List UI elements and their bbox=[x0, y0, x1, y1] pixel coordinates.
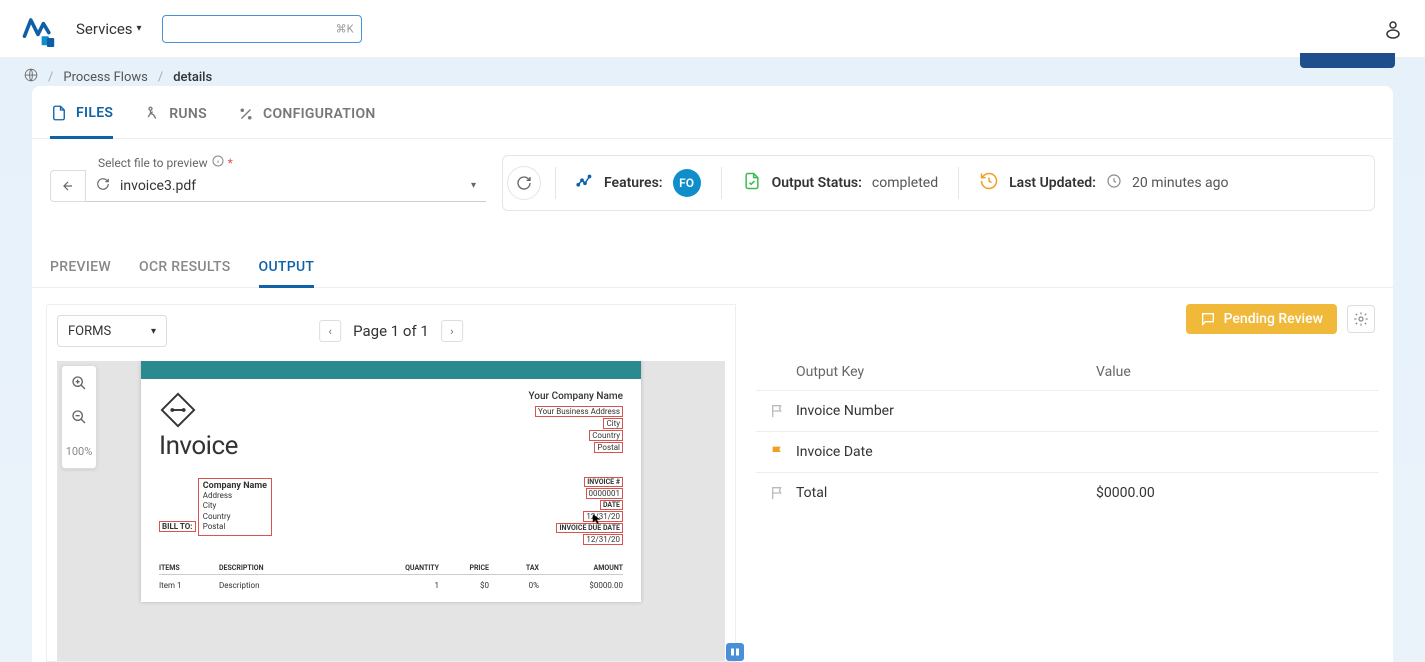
page-next-button[interactable]: › bbox=[441, 320, 463, 342]
doc-cell: 0% bbox=[489, 581, 539, 590]
doc-col-qty: QUANTITY bbox=[379, 564, 439, 572]
doc-field: INVOICE DUE DATE bbox=[556, 523, 623, 533]
tab-runs[interactable]: RUNS bbox=[143, 86, 207, 138]
tab-config-label: CONFIGURATION bbox=[263, 106, 376, 122]
feature-badge[interactable]: FO bbox=[673, 169, 701, 197]
output-key: Total bbox=[796, 485, 1096, 501]
services-label: Services bbox=[76, 20, 133, 38]
doc-field: DATE bbox=[600, 500, 623, 510]
clock-icon bbox=[1106, 173, 1122, 193]
document-logo-icon bbox=[159, 391, 197, 429]
globe-icon[interactable] bbox=[24, 68, 38, 86]
doc-field: INVOICE # bbox=[584, 477, 623, 487]
pending-review-label: Pending Review bbox=[1224, 311, 1323, 327]
chevron-down-icon: ▾ bbox=[471, 180, 476, 191]
doc-col-desc: DESCRIPTION bbox=[219, 564, 379, 572]
doc-field: Address bbox=[203, 491, 267, 501]
document-title: Invoice bbox=[159, 431, 238, 461]
search-kbd-hint: ⌘K bbox=[336, 22, 354, 35]
breadcrumb-process-flows[interactable]: Process Flows bbox=[63, 70, 147, 85]
output-status-label: Output Status: bbox=[772, 175, 862, 191]
output-row[interactable]: Invoice Number bbox=[756, 390, 1379, 431]
doc-col-tax: TAX bbox=[489, 564, 539, 572]
doc-field: 0000001 bbox=[586, 488, 623, 499]
output-col-key: Output Key bbox=[796, 364, 1096, 380]
doc-billto-label: BILL TO: bbox=[159, 521, 196, 532]
tab-runs-label: RUNS bbox=[169, 106, 207, 122]
features-label: Features: bbox=[604, 175, 663, 191]
tab-files[interactable]: FILES bbox=[50, 86, 113, 139]
chevron-down-icon: ▾ bbox=[151, 326, 156, 337]
doc-company-name: Your Company Name bbox=[529, 391, 623, 402]
tab-preview[interactable]: PREVIEW bbox=[50, 251, 111, 287]
app-logo[interactable] bbox=[20, 11, 56, 47]
output-row[interactable]: Total $0000.00 bbox=[756, 472, 1379, 513]
output-value: $0000.00 bbox=[1096, 485, 1365, 501]
doc-field: Country bbox=[203, 512, 267, 522]
doc-field: Country bbox=[589, 430, 623, 441]
banner-action-button[interactable] bbox=[1300, 53, 1395, 68]
doc-bill-company: Company Name bbox=[203, 481, 267, 491]
chevron-down-icon: ▾ bbox=[137, 23, 142, 34]
search-input[interactable] bbox=[162, 15, 362, 43]
file-select-label: Select file to preview bbox=[98, 156, 208, 170]
breadcrumb-details: details bbox=[173, 70, 212, 85]
page-prev-button[interactable]: ‹ bbox=[319, 320, 341, 342]
doc-field: City bbox=[603, 418, 623, 429]
pending-review-button[interactable]: Pending Review bbox=[1186, 304, 1337, 334]
features-icon bbox=[576, 172, 594, 194]
doc-field: 12/31/20 bbox=[583, 534, 623, 545]
doc-cell: 1 bbox=[379, 581, 439, 590]
info-icon[interactable] bbox=[212, 155, 224, 170]
status-refresh-button[interactable] bbox=[507, 166, 541, 200]
settings-button[interactable] bbox=[1347, 305, 1375, 333]
output-key: Invoice Number bbox=[796, 403, 1096, 419]
doc-cell: $0000.00 bbox=[539, 581, 623, 590]
forms-dropdown[interactable]: FORMS ▾ bbox=[57, 315, 167, 347]
required-asterisk: * bbox=[228, 156, 233, 170]
output-status-icon bbox=[742, 171, 762, 195]
flag-icon bbox=[770, 444, 786, 460]
tab-configuration[interactable]: CONFIGURATION bbox=[237, 86, 376, 138]
tab-files-label: FILES bbox=[76, 105, 113, 121]
doc-col-amt: AMOUNT bbox=[539, 564, 623, 572]
zoom-out-button[interactable] bbox=[62, 400, 96, 434]
doc-field: Your Business Address bbox=[535, 406, 623, 417]
doc-cell: $0 bbox=[439, 581, 489, 590]
forms-dropdown-label: FORMS bbox=[68, 324, 111, 339]
doc-field: Postal bbox=[203, 522, 267, 532]
output-status-value: completed bbox=[872, 175, 938, 191]
zoom-level: 100% bbox=[62, 434, 96, 468]
doc-col-items: ITEMS bbox=[159, 564, 219, 572]
output-key: Invoice Date bbox=[796, 444, 1096, 460]
output-col-value: Value bbox=[1096, 364, 1365, 380]
flag-icon bbox=[770, 403, 786, 419]
back-button[interactable] bbox=[50, 170, 86, 202]
doc-cell: Item 1 bbox=[159, 581, 219, 590]
doc-cell: Description bbox=[219, 581, 379, 590]
document-preview[interactable]: Invoice Your Company Name Your Business … bbox=[141, 361, 641, 602]
doc-field: City bbox=[203, 501, 267, 511]
split-toggle[interactable] bbox=[726, 643, 744, 661]
file-select-value: invoice3.pdf bbox=[120, 178, 471, 194]
file-select-dropdown[interactable]: invoice3.pdf ▾ bbox=[86, 170, 486, 202]
doc-field: 12/31/20 bbox=[583, 511, 623, 522]
last-updated-label: Last Updated: bbox=[1009, 175, 1096, 191]
tab-output[interactable]: OUTPUT bbox=[259, 251, 315, 288]
refresh-icon bbox=[96, 177, 110, 195]
breadcrumb: / Process Flows / details bbox=[24, 68, 1401, 86]
doc-field: Postal bbox=[594, 442, 623, 453]
output-row[interactable]: Invoice Date bbox=[756, 431, 1379, 472]
flag-icon bbox=[770, 485, 786, 501]
services-menu[interactable]: Services ▾ bbox=[76, 20, 142, 38]
user-avatar[interactable] bbox=[1381, 17, 1405, 41]
history-icon bbox=[979, 171, 999, 195]
zoom-in-button[interactable] bbox=[62, 366, 96, 400]
doc-col-price: PRICE bbox=[439, 564, 489, 572]
page-indicator: Page 1 of 1 bbox=[353, 322, 429, 340]
last-updated-value: 20 minutes ago bbox=[1132, 175, 1229, 191]
tab-ocr-results[interactable]: OCR RESULTS bbox=[139, 251, 231, 287]
